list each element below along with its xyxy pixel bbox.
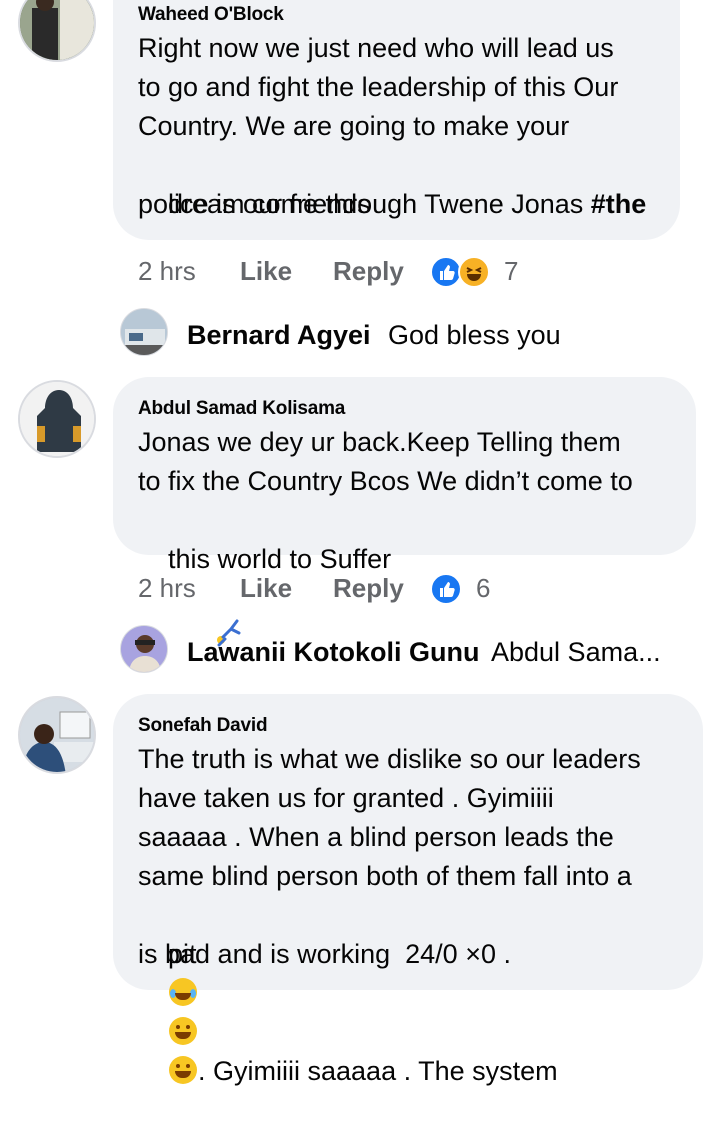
comment-text-line: pit . Gyimiiii saaaaa . The system [138,896,558,1130]
comment-timestamp: 2 hrs [138,256,196,286]
comment-author[interactable]: Sonefah David [138,715,268,737]
commenter-avatar[interactable] [18,696,96,774]
reaction-count[interactable]: 6 [476,573,490,604]
like-reaction-icon[interactable] [430,573,462,605]
reply-text: Abdul Sama... [491,637,661,667]
commenter-avatar[interactable] [18,380,96,458]
grinning-squint-emoji-icon [169,1017,198,1045]
comment-text-segment: this world to Suffer [168,544,392,574]
tears-of-joy-emoji-icon [169,978,198,1006]
reaction-count[interactable]: 7 [504,256,518,287]
avatar-photo-icon [20,698,94,772]
comment-timestamp: 2 hrs [138,573,196,603]
reply-button[interactable]: Reply [333,573,404,604]
comment-text-line: same blind person both of them fall into… [138,861,632,891]
comment-author[interactable]: Waheed O'Block [138,4,284,26]
hashtag-link[interactable]: #the [591,189,647,219]
like-button[interactable]: Like [240,256,292,287]
reply-author[interactable]: Lawanii Kotokoli Gunu [187,637,480,668]
comment-text-line: Jonas we dey ur back.Keep Telling them [138,427,621,457]
reply-author[interactable]: Bernard Agyei [187,320,371,351]
comment-text-line: to fix the Country Bcos We didn’t come t… [138,466,633,496]
avatar-photo-icon [20,382,94,456]
reply-avatar[interactable] [120,308,168,356]
comment-text-segment: . Gyimiiii saaaaa . The system [198,1056,558,1086]
comment-text-line: have taken us for granted . Gyimiiii [138,783,554,813]
avatar-photo-icon [121,309,167,355]
comment-text-line: to go and fight the leadership of this O… [138,72,619,102]
comment-text-line: police is our friends [138,189,371,219]
comment-bubble: Waheed O'Block Right now we just need wh… [113,0,680,240]
comment-text-line: The truth is what we dislike so our lead… [138,744,641,774]
grinning-squint-emoji-icon [169,1056,198,1084]
comment-text-line: Country. We are going to make your [138,111,570,141]
like-button[interactable]: Like [240,573,292,604]
avatar-photo-icon [121,626,167,672]
comment-text-line: is bad and is working 24/0 ×0 . [138,939,511,969]
reply-button[interactable]: Reply [333,256,404,287]
reply-avatar[interactable] [120,625,168,673]
commenter-avatar[interactable] [18,0,96,62]
avatar-photo-icon [20,0,94,60]
reply-text: God bless you [388,320,561,350]
comment-author[interactable]: Abdul Samad Kolisama [138,398,345,420]
haha-reaction-icon[interactable] [458,256,490,288]
comment-bubble: Sonefah David The truth is what we disli… [113,694,703,1086]
comment-text-line: Right now we just need who will lead us [138,33,614,63]
comment-text-line: saaaaa . When a blind person leads the [138,822,614,852]
comment-bubble: Abdul Samad Kolisama Jonas we dey ur bac… [113,377,696,766]
